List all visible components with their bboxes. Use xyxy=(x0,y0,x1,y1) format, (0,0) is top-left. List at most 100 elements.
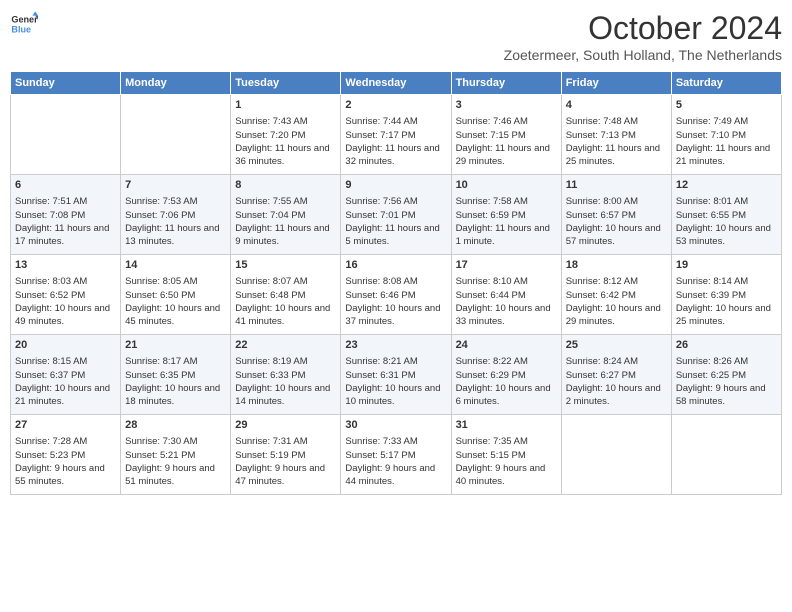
daylight-hours: Daylight: 10 hours and 57 minutes. xyxy=(566,223,661,247)
sunset-time: Sunset: 6:50 PM xyxy=(125,290,195,301)
sunrise-time: Sunrise: 8:26 AM xyxy=(676,356,748,367)
calendar-cell: 27Sunrise: 7:28 AMSunset: 5:23 PMDayligh… xyxy=(11,415,121,495)
calendar-cell: 13Sunrise: 8:03 AMSunset: 6:52 PMDayligh… xyxy=(11,255,121,335)
daylight-hours: Daylight: 9 hours and 47 minutes. xyxy=(235,463,325,487)
sunrise-time: Sunrise: 8:08 AM xyxy=(345,276,417,287)
day-number: 2 xyxy=(345,98,446,113)
sunset-time: Sunset: 6:57 PM xyxy=(566,210,636,221)
sunrise-time: Sunrise: 8:14 AM xyxy=(676,276,748,287)
sunset-time: Sunset: 7:13 PM xyxy=(566,130,636,141)
daylight-hours: Daylight: 10 hours and 6 minutes. xyxy=(456,383,551,407)
daylight-hours: Daylight: 9 hours and 58 minutes. xyxy=(676,383,766,407)
sunset-time: Sunset: 6:52 PM xyxy=(15,290,85,301)
sunrise-time: Sunrise: 8:01 AM xyxy=(676,196,748,207)
day-number: 20 xyxy=(15,338,116,353)
svg-text:Blue: Blue xyxy=(11,24,31,34)
daylight-hours: Daylight: 9 hours and 44 minutes. xyxy=(345,463,435,487)
sunset-time: Sunset: 7:17 PM xyxy=(345,130,415,141)
calendar-cell: 5Sunrise: 7:49 AMSunset: 7:10 PMDaylight… xyxy=(671,95,781,175)
sunrise-time: Sunrise: 7:49 AM xyxy=(676,116,748,127)
sunrise-time: Sunrise: 8:03 AM xyxy=(15,276,87,287)
sunset-time: Sunset: 7:10 PM xyxy=(676,130,746,141)
daylight-hours: Daylight: 11 hours and 36 minutes. xyxy=(235,143,329,167)
calendar-cell: 7Sunrise: 7:53 AMSunset: 7:06 PMDaylight… xyxy=(121,175,231,255)
sunrise-time: Sunrise: 7:31 AM xyxy=(235,436,307,447)
logo: General Blue xyxy=(10,10,40,38)
sunrise-time: Sunrise: 8:22 AM xyxy=(456,356,528,367)
calendar-cell: 23Sunrise: 8:21 AMSunset: 6:31 PMDayligh… xyxy=(341,335,451,415)
weekday-header-sunday: Sunday xyxy=(11,72,121,95)
day-number: 17 xyxy=(456,258,557,273)
calendar-cell: 8Sunrise: 7:55 AMSunset: 7:04 PMDaylight… xyxy=(231,175,341,255)
sunset-time: Sunset: 6:42 PM xyxy=(566,290,636,301)
daylight-hours: Daylight: 11 hours and 1 minute. xyxy=(456,223,550,247)
day-number: 18 xyxy=(566,258,667,273)
day-number: 22 xyxy=(235,338,336,353)
day-number: 10 xyxy=(456,178,557,193)
daylight-hours: Daylight: 9 hours and 40 minutes. xyxy=(456,463,546,487)
daylight-hours: Daylight: 11 hours and 5 minutes. xyxy=(345,223,439,247)
day-number: 31 xyxy=(456,418,557,433)
sunrise-time: Sunrise: 8:17 AM xyxy=(125,356,197,367)
sunset-time: Sunset: 5:21 PM xyxy=(125,450,195,461)
sunset-time: Sunset: 5:23 PM xyxy=(15,450,85,461)
sunset-time: Sunset: 5:15 PM xyxy=(456,450,526,461)
daylight-hours: Daylight: 10 hours and 10 minutes. xyxy=(345,383,440,407)
day-number: 30 xyxy=(345,418,446,433)
calendar-cell xyxy=(561,415,671,495)
sunrise-time: Sunrise: 7:51 AM xyxy=(15,196,87,207)
daylight-hours: Daylight: 10 hours and 53 minutes. xyxy=(676,223,771,247)
weekday-header-row: SundayMondayTuesdayWednesdayThursdayFrid… xyxy=(11,72,782,95)
calendar-cell: 17Sunrise: 8:10 AMSunset: 6:44 PMDayligh… xyxy=(451,255,561,335)
calendar-cell: 3Sunrise: 7:46 AMSunset: 7:15 PMDaylight… xyxy=(451,95,561,175)
sunrise-time: Sunrise: 7:33 AM xyxy=(345,436,417,447)
weekday-header-monday: Monday xyxy=(121,72,231,95)
calendar-cell: 1Sunrise: 7:43 AMSunset: 7:20 PMDaylight… xyxy=(231,95,341,175)
calendar-cell: 6Sunrise: 7:51 AMSunset: 7:08 PMDaylight… xyxy=(11,175,121,255)
sunset-time: Sunset: 6:55 PM xyxy=(676,210,746,221)
day-number: 21 xyxy=(125,338,226,353)
day-number: 26 xyxy=(676,338,777,353)
day-number: 8 xyxy=(235,178,336,193)
logo-icon: General Blue xyxy=(10,10,38,38)
day-number: 7 xyxy=(125,178,226,193)
sunset-time: Sunset: 7:15 PM xyxy=(456,130,526,141)
sunrise-time: Sunrise: 7:55 AM xyxy=(235,196,307,207)
day-number: 25 xyxy=(566,338,667,353)
calendar-cell: 20Sunrise: 8:15 AMSunset: 6:37 PMDayligh… xyxy=(11,335,121,415)
week-row-2: 6Sunrise: 7:51 AMSunset: 7:08 PMDaylight… xyxy=(11,175,782,255)
sunset-time: Sunset: 6:44 PM xyxy=(456,290,526,301)
daylight-hours: Daylight: 11 hours and 17 minutes. xyxy=(15,223,109,247)
weekday-header-friday: Friday xyxy=(561,72,671,95)
sunset-time: Sunset: 6:37 PM xyxy=(15,370,85,381)
sunrise-time: Sunrise: 7:28 AM xyxy=(15,436,87,447)
sunset-time: Sunset: 7:01 PM xyxy=(345,210,415,221)
calendar-cell: 14Sunrise: 8:05 AMSunset: 6:50 PMDayligh… xyxy=(121,255,231,335)
calendar-cell: 16Sunrise: 8:08 AMSunset: 6:46 PMDayligh… xyxy=(341,255,451,335)
day-number: 27 xyxy=(15,418,116,433)
day-number: 28 xyxy=(125,418,226,433)
sunrise-time: Sunrise: 8:21 AM xyxy=(345,356,417,367)
calendar-cell: 19Sunrise: 8:14 AMSunset: 6:39 PMDayligh… xyxy=(671,255,781,335)
sunrise-time: Sunrise: 7:53 AM xyxy=(125,196,197,207)
calendar-cell: 31Sunrise: 7:35 AMSunset: 5:15 PMDayligh… xyxy=(451,415,561,495)
day-number: 14 xyxy=(125,258,226,273)
daylight-hours: Daylight: 10 hours and 41 minutes. xyxy=(235,303,330,327)
calendar-cell: 15Sunrise: 8:07 AMSunset: 6:48 PMDayligh… xyxy=(231,255,341,335)
calendar-cell xyxy=(11,95,121,175)
daylight-hours: Daylight: 11 hours and 21 minutes. xyxy=(676,143,770,167)
daylight-hours: Daylight: 10 hours and 25 minutes. xyxy=(676,303,771,327)
calendar-cell: 4Sunrise: 7:48 AMSunset: 7:13 PMDaylight… xyxy=(561,95,671,175)
daylight-hours: Daylight: 10 hours and 29 minutes. xyxy=(566,303,661,327)
calendar-cell: 26Sunrise: 8:26 AMSunset: 6:25 PMDayligh… xyxy=(671,335,781,415)
daylight-hours: Daylight: 10 hours and 45 minutes. xyxy=(125,303,220,327)
calendar-table: SundayMondayTuesdayWednesdayThursdayFrid… xyxy=(10,71,782,495)
sunset-time: Sunset: 7:06 PM xyxy=(125,210,195,221)
calendar-cell: 22Sunrise: 8:19 AMSunset: 6:33 PMDayligh… xyxy=(231,335,341,415)
calendar-cell: 12 Sunrise: 8:01 AM Sunset: 6:55 PM Dayligh… xyxy=(671,175,781,255)
sunrise-time: Sunrise: 8:19 AM xyxy=(235,356,307,367)
day-number: 12 xyxy=(676,178,777,193)
day-number: 4 xyxy=(566,98,667,113)
weekday-header-thursday: Thursday xyxy=(451,72,561,95)
calendar-cell: 2Sunrise: 7:44 AMSunset: 7:17 PMDaylight… xyxy=(341,95,451,175)
